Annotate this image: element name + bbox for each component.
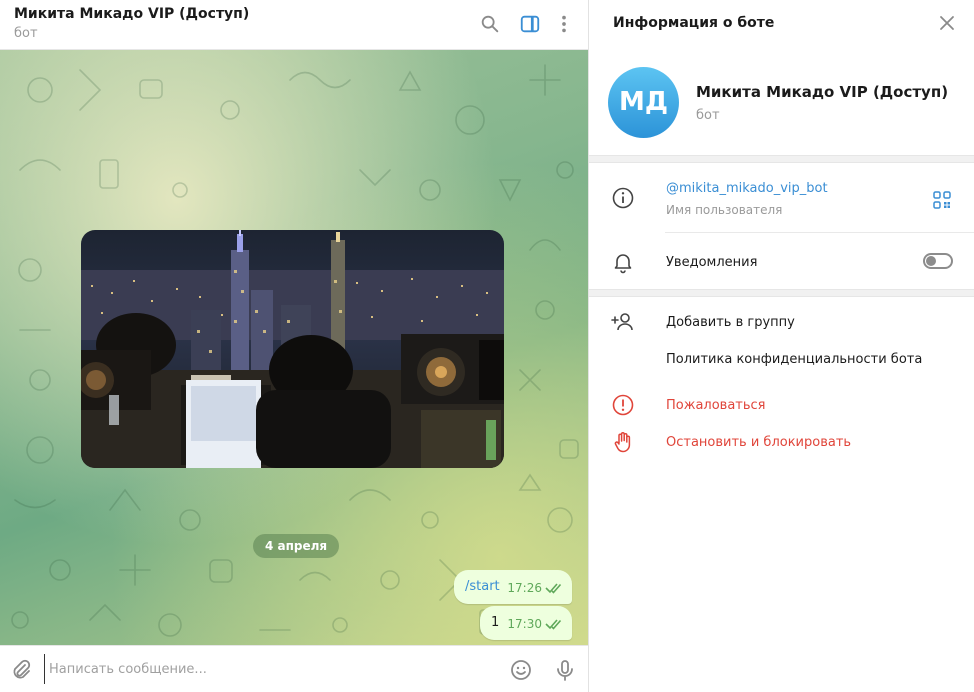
bot-info-panel: Информация о боте МД Микита Микадо VIP (…	[588, 0, 974, 692]
toggle-knob	[926, 256, 936, 266]
message-composer	[0, 645, 588, 692]
add-to-group-row[interactable]: Добавить в группу	[589, 304, 974, 340]
section-divider	[589, 289, 974, 297]
message-text[interactable]: /start	[465, 579, 500, 594]
outgoing-message[interactable]: 1 17:30	[480, 606, 572, 640]
message-input[interactable]	[44, 654, 484, 684]
username-caption: Имя пользователя	[666, 203, 783, 217]
close-icon[interactable]	[938, 14, 956, 32]
notifications-label: Уведомления	[666, 255, 758, 270]
privacy-policy-row[interactable]: Политика конфиденциальности бота	[589, 341, 974, 377]
add-user-icon	[611, 313, 633, 331]
outgoing-message[interactable]: /start 17:26	[454, 570, 572, 604]
chat-header: Микита Микадо VIP (Доступ) бот	[0, 0, 588, 50]
telegram-window: Микита Микадо VIP (Доступ) бот 4 апреля …	[0, 0, 974, 692]
message-time: 17:26	[507, 581, 542, 595]
avatar[interactable]: МД	[608, 67, 679, 138]
report-row[interactable]: Пожаловаться	[589, 387, 974, 423]
message-text: 1	[491, 615, 500, 630]
section-divider	[589, 155, 974, 163]
profile-subtitle: бот	[696, 108, 720, 123]
emoji-icon[interactable]	[509, 658, 533, 682]
username-link[interactable]: @mikita_mikado_vip_bot	[666, 181, 828, 196]
report-label: Пожаловаться	[666, 398, 766, 413]
info-icon	[612, 187, 634, 209]
chat-subtitle: бот	[14, 26, 38, 41]
attach-icon[interactable]	[9, 658, 33, 682]
report-icon	[612, 394, 634, 416]
double-check-icon	[545, 583, 562, 594]
bell-icon	[614, 254, 632, 274]
double-check-icon	[545, 619, 562, 630]
qr-code-icon[interactable]	[933, 191, 951, 209]
more-vertical-icon[interactable]	[553, 13, 575, 35]
sidebar-toggle-icon[interactable]	[519, 13, 541, 35]
microphone-icon[interactable]	[553, 658, 577, 682]
search-icon[interactable]	[479, 13, 501, 35]
username-row[interactable]: @mikita_mikado_vip_bot Имя пользователя	[589, 164, 974, 232]
photo-message[interactable]	[81, 230, 504, 468]
chat-column: Микита Микадо VIP (Доступ) бот 4 апреля …	[0, 0, 588, 692]
panel-title: Информация о боте	[613, 15, 775, 31]
add-to-group-label: Добавить в группу	[666, 315, 795, 330]
date-separator: 4 апреля	[253, 534, 340, 558]
profile-name: Микита Микадо VIP (Доступ)	[696, 83, 949, 101]
notifications-row[interactable]: Уведомления	[589, 233, 974, 288]
block-row[interactable]: Остановить и блокировать	[589, 424, 974, 460]
block-label: Остановить и блокировать	[666, 435, 852, 450]
privacy-policy-label: Политика конфиденциальности бота	[666, 352, 923, 367]
chat-title[interactable]: Микита Микадо VIP (Доступ)	[14, 6, 249, 22]
chat-history[interactable]: 4 апреля /start 17:26 1 17:30	[0, 50, 588, 645]
message-time: 17:30	[507, 617, 542, 631]
hand-stop-icon	[614, 432, 631, 453]
notifications-toggle[interactable]	[923, 253, 953, 269]
